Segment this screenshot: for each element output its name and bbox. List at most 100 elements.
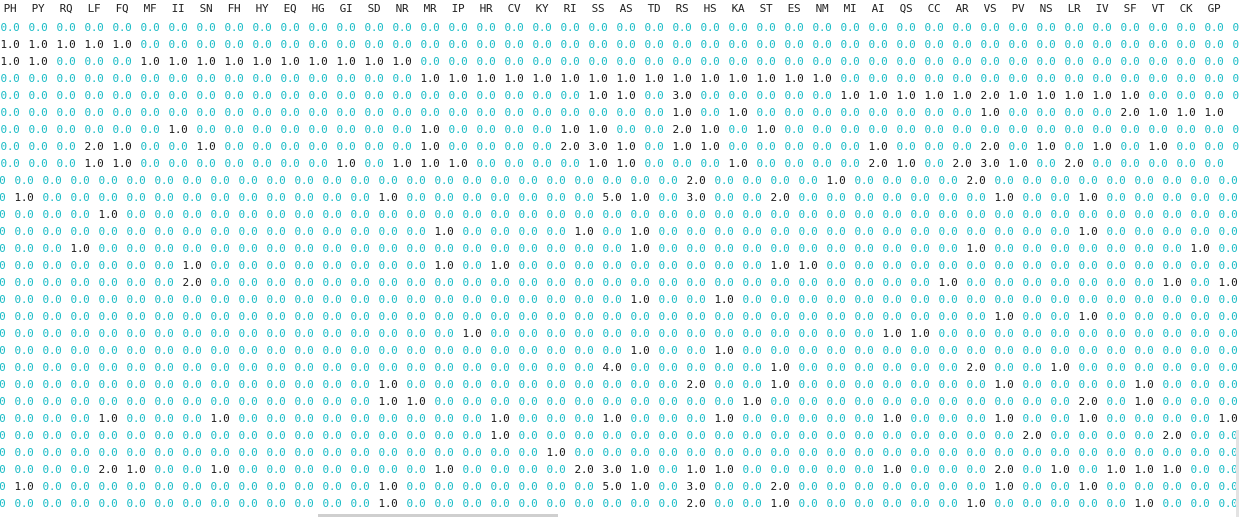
matrix-cell: 0.0 xyxy=(924,21,944,34)
matrix-cell: 0.0 xyxy=(294,395,314,408)
matrix-cell: 1.0 xyxy=(728,106,748,119)
matrix-cell: 0.0 xyxy=(980,21,1000,34)
matrix-cell: 0.0 xyxy=(70,446,90,459)
matrix-cell: 0.0 xyxy=(742,429,762,442)
matrix-cell: 0.0 xyxy=(1190,259,1210,272)
matrix-cell: 0.0 xyxy=(378,344,398,357)
matrix-cell: 0.0 xyxy=(280,89,300,102)
matrix-cell: 3.0 xyxy=(672,89,692,102)
matrix-cell: 0.0 xyxy=(938,480,958,493)
matrix-cell: 0.0 xyxy=(1134,276,1154,289)
matrix-cell: 0.0 xyxy=(518,327,538,340)
matrix-cell: 0.0 xyxy=(826,327,846,340)
matrix-cell: 0.0 xyxy=(336,89,356,102)
matrix-cell: 0.0 xyxy=(1036,38,1056,51)
matrix-cell: 1.0 xyxy=(476,72,496,85)
matrix-cell: 4.0 xyxy=(602,361,622,374)
matrix-cell: 0.0 xyxy=(1064,55,1084,68)
matrix-cell: 0.0 xyxy=(1022,412,1042,425)
matrix-cell: 0.0 xyxy=(210,361,230,374)
matrix-cell: 0.0 xyxy=(308,123,328,136)
matrix-cell: 0.0 xyxy=(812,106,832,119)
matrix-cell: 0.0 xyxy=(42,446,62,459)
matrix-cell: 0.0 xyxy=(28,21,48,34)
matrix-cell: 1.0 xyxy=(602,412,622,425)
matrix-cell: 0.0 xyxy=(854,412,874,425)
matrix-cell: 0.0 xyxy=(826,293,846,306)
matrix-cell: 0.0 xyxy=(938,344,958,357)
matrix-cell: 0.0 xyxy=(434,276,454,289)
matrix-cell: 0.0 xyxy=(476,21,496,34)
matrix-cell: 0.0 xyxy=(532,106,552,119)
matrix-cell: 0.0 xyxy=(546,191,566,204)
matrix-cell: 0.0 xyxy=(504,140,524,153)
matrix-cell: 0.0 xyxy=(602,395,622,408)
matrix-cell: 0.0 xyxy=(406,191,426,204)
matrix-cell: 0.0 xyxy=(532,123,552,136)
matrix-cell: 1.0 xyxy=(616,157,636,170)
matrix-cell: 0.0 xyxy=(714,395,734,408)
matrix-cell: 0.0 xyxy=(154,378,174,391)
matrix-cell: 0.0 xyxy=(1162,293,1182,306)
matrix-cell: 0.0 xyxy=(1204,55,1224,68)
matrix-cell: 0.0 xyxy=(294,446,314,459)
matrix-cell: 0.0 xyxy=(826,259,846,272)
matrix-cell: 1.0 xyxy=(448,72,468,85)
matrix-cell: 0.0 xyxy=(70,191,90,204)
matrix-cell: 0.0 xyxy=(952,106,972,119)
matrix-cell: 0.0 xyxy=(658,429,678,442)
matrix-cell: 0.0 xyxy=(434,208,454,221)
column-header: HR xyxy=(479,2,493,15)
matrix-cell: 0.0 xyxy=(882,395,902,408)
matrix-cell: 0.0 xyxy=(126,378,146,391)
matrix-cell: 0.0 xyxy=(1190,395,1210,408)
matrix-cell: 1.0 xyxy=(672,106,692,119)
matrix-cell: 1.0 xyxy=(490,259,510,272)
matrix-cell: 0.0 xyxy=(98,480,118,493)
matrix-cell: 0.0 xyxy=(476,140,496,153)
matrix-cell: 0.0 xyxy=(1078,293,1098,306)
matrix-cell: 1.0 xyxy=(336,157,356,170)
matrix-cell: 0.0 xyxy=(574,497,594,510)
matrix-cell: 0.0 xyxy=(308,106,328,119)
matrix-cell: 1.0 xyxy=(1078,225,1098,238)
matrix-cell: 0.0 xyxy=(266,310,286,323)
matrix-cell: 0.0 xyxy=(350,412,370,425)
matrix-cell: 1.0 xyxy=(84,38,104,51)
matrix-cell: 1.0 xyxy=(644,72,664,85)
matrix-cell: 0.0 xyxy=(1050,242,1070,255)
matrix-cell: 0.0 xyxy=(1036,123,1056,136)
matrix-cell: 1.0 xyxy=(14,480,34,493)
matrix-cell: 0.0 xyxy=(546,412,566,425)
matrix-cell: 0.0 xyxy=(742,361,762,374)
matrix-cell: 0.0 xyxy=(1064,21,1084,34)
matrix-cell: 0.0 xyxy=(238,225,258,238)
matrix-cell: 0.0 xyxy=(658,327,678,340)
matrix-cell: 1.0 xyxy=(728,72,748,85)
matrix-cell: 0.0 xyxy=(798,361,818,374)
matrix-cell: 0.0 xyxy=(294,310,314,323)
matrix-cell: 0.0 xyxy=(420,38,440,51)
matrix-cell: 0.0 xyxy=(42,276,62,289)
matrix-cell: 2.0 xyxy=(966,361,986,374)
matrix-cell: 0.0 xyxy=(1162,344,1182,357)
matrix-cell: 0.0 xyxy=(70,174,90,187)
matrix-cell: 0.0 xyxy=(112,89,132,102)
matrix-cell: 1.0 xyxy=(28,38,48,51)
matrix-cell: 0.0 xyxy=(336,38,356,51)
matrix-cell: 0.0 xyxy=(28,157,48,170)
matrix-cell: 1.0 xyxy=(112,157,132,170)
matrix-cell: 0.0 xyxy=(574,174,594,187)
matrix-cell: 0.0 xyxy=(1148,89,1168,102)
matrix-cell: 0.0 xyxy=(1134,412,1154,425)
matrix-cell: 0.0 xyxy=(672,38,692,51)
matrix-cell: 0.0 xyxy=(1050,310,1070,323)
matrix-cell: 1.0 xyxy=(196,140,216,153)
matrix-cell: 0.0 xyxy=(994,395,1014,408)
matrix-cell: 0.0 xyxy=(742,293,762,306)
matrix-cell: 0.0 xyxy=(938,174,958,187)
matrix-cell: 0.0 xyxy=(294,378,314,391)
matrix-cell: 0.0 xyxy=(1022,310,1042,323)
matrix-cell: 1.0 xyxy=(910,327,930,340)
matrix-cell: 0.0 xyxy=(462,293,482,306)
